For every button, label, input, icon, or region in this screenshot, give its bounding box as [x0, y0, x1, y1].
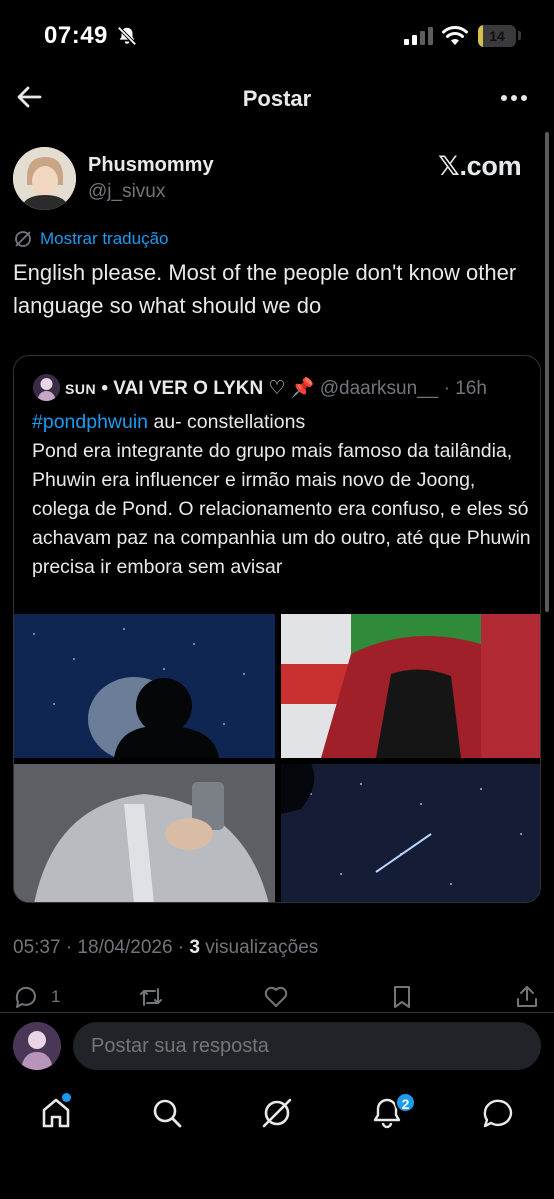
bottom-nav — [0, 1085, 554, 1145]
quoted-header: SUN • VAI VER O LYKN ♡ 📌 @daarksun__ · 1… — [65, 376, 487, 400]
media-image-1 — [14, 614, 275, 758]
chat-icon — [483, 1099, 513, 1128]
avatar-photo — [13, 147, 76, 210]
translate-link[interactable]: Mostrar tradução — [13, 228, 169, 250]
quoted-post[interactable]: SUN • VAI VER O LYKN ♡ 📌 @daarksun__ · 1… — [13, 355, 541, 903]
grok-icon — [262, 1098, 292, 1128]
bookmark-button[interactable] — [389, 982, 415, 1012]
media-image-2 — [281, 614, 540, 758]
views-label: visualizações — [200, 937, 319, 958]
post-timestamp: 05:37 · 18/04/2026 · — [13, 937, 190, 958]
quoted-handle: @daarksun__ · 16h — [314, 378, 487, 399]
quoted-text-line2: Pond era integrante do grupo mais famoso… — [32, 440, 531, 578]
repost-button[interactable] — [138, 982, 164, 1012]
grok-translate-icon — [15, 231, 31, 247]
battery-nub — [518, 31, 521, 40]
quoted-text: #pondphwuin au- constellations Pond era i… — [32, 408, 532, 582]
signal-icon — [404, 27, 433, 45]
battery-icon: 14 — [478, 25, 516, 47]
notifications-badge: 2 — [395, 1092, 416, 1113]
search-icon — [153, 1099, 182, 1128]
media-image-3 — [14, 764, 275, 902]
my-avatar-photo — [13, 1022, 61, 1070]
tab-grok[interactable] — [259, 1095, 295, 1131]
status-bar: 07:49 14 — [0, 0, 554, 70]
hashtag-link[interactable]: #pondphwuin — [32, 411, 148, 433]
reply-button[interactable]: 1 — [13, 982, 60, 1012]
my-avatar[interactable] — [13, 1022, 61, 1070]
media-grid — [14, 614, 540, 902]
media-image-4 — [281, 764, 540, 902]
wifi-icon — [442, 26, 468, 45]
media-shooting-star[interactable] — [281, 764, 540, 902]
status-time: 07:49 — [44, 22, 108, 49]
share-button[interactable] — [514, 982, 540, 1012]
page-title: Postar — [242, 86, 312, 111]
tab-search[interactable] — [149, 1095, 185, 1131]
battery-level: 14 — [489, 28, 505, 44]
share-icon — [517, 986, 537, 1007]
reply-input[interactable] — [73, 1022, 541, 1070]
quoted-text-line1: au- constellations — [148, 411, 306, 433]
repost-icon — [140, 988, 162, 1006]
reply-count: 1 — [51, 987, 61, 1006]
more-options-icon[interactable] — [498, 84, 530, 112]
action-bar: 1 — [0, 982, 554, 1012]
reply-icon — [15, 986, 36, 1008]
divider — [0, 1012, 554, 1013]
source-badge: 𝕏.com — [438, 151, 522, 181]
media-night-sky-silhouette[interactable] — [14, 614, 275, 758]
views-count: 3 — [189, 937, 200, 958]
like-button[interactable] — [263, 982, 289, 1012]
tweet-text: English please. Most of the people don't… — [13, 260, 517, 318]
post-header: Postar — [0, 70, 554, 126]
quoted-avatar-photo — [33, 374, 60, 401]
author-handle[interactable]: @j_sivux — [88, 181, 165, 203]
tab-messages[interactable] — [480, 1095, 516, 1131]
quoted-avatar — [33, 374, 60, 401]
media-red-jacket[interactable] — [281, 614, 540, 758]
bell-muted-icon — [117, 26, 137, 46]
author-avatar[interactable] — [13, 147, 76, 210]
media-phone-cardigan[interactable] — [14, 764, 275, 902]
post-meta: 05:37 · 18/04/2026 · 3 visualizações — [13, 937, 318, 959]
quoted-name: SUN • VAI VER O LYKN ♡ 📌 — [65, 378, 315, 399]
bookmark-icon — [394, 986, 410, 1008]
heart-icon — [264, 986, 288, 1007]
scroll-indicator[interactable] — [545, 132, 549, 612]
author-name[interactable]: Phusmommy — [88, 154, 214, 177]
home-unread-dot — [62, 1093, 71, 1102]
translate-label: Mostrar tradução — [40, 229, 169, 248]
